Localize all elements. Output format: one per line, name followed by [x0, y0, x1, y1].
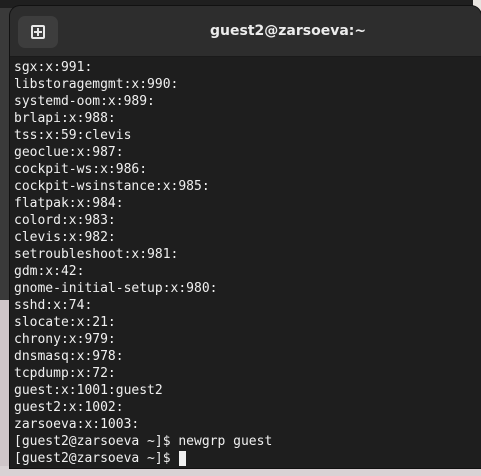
shell-prompt: [guest2@zarsoeva ~]$: [14, 451, 179, 466]
new-tab-icon: [31, 25, 45, 39]
terminal-line: guest:x:1001:guest2: [14, 383, 163, 398]
terminal-line: gnome-initial-setup:x:980:: [14, 281, 218, 296]
terminal-line: cockpit-wsinstance:x:985:: [14, 179, 210, 194]
terminal-line: flatpak:x:984:: [14, 196, 124, 211]
terminal-line: tcpdump:x:72:: [14, 366, 116, 381]
terminal-window: guest2@zarsoeva:~ sgx:x:991: libstoragem…: [10, 6, 481, 468]
terminal-line: systemd-oom:x:989:: [14, 94, 155, 109]
headerbar[interactable]: guest2@zarsoeva:~: [10, 6, 481, 57]
text-cursor: [179, 451, 187, 466]
current-prompt-line[interactable]: [guest2@zarsoeva ~]$: [14, 450, 477, 467]
terminal-line: tss:x:59:clevis: [14, 128, 132, 143]
terminal-line: sshd:x:74:: [14, 298, 93, 313]
terminal-line: colord:x:983:: [14, 213, 116, 228]
terminal-line: gdm:x:42:: [14, 264, 85, 279]
terminal-line: brlapi:x:988:: [14, 111, 116, 126]
terminal-line: libstoragemgmt:x:990:: [14, 77, 179, 92]
new-tab-button[interactable]: [18, 16, 58, 48]
terminal-line: setroubleshoot:x:981:: [14, 247, 179, 262]
terminal-line: guest2:x:1002:: [14, 400, 124, 415]
terminal-line: cockpit-ws:x:986:: [14, 162, 148, 177]
terminal-line: dnsmasq:x:978:: [14, 349, 124, 364]
terminal-line: slocate:x:21:: [14, 315, 116, 330]
terminal-line: [guest2@zarsoeva ~]$ newgrp guest: [14, 434, 273, 449]
terminal-line: sgx:x:991:: [14, 60, 93, 75]
window-title: guest2@zarsoeva:~: [210, 23, 367, 39]
terminal-output[interactable]: sgx:x:991: libstoragemgmt:x:990: systemd…: [10, 57, 481, 468]
terminal-line: zarsoeva:x:1003:: [14, 417, 140, 432]
terminal-line: geoclue:x:987:: [14, 145, 124, 160]
terminal-line: chrony:x:979:: [14, 332, 116, 347]
terminal-line: clevis:x:982:: [14, 230, 116, 245]
